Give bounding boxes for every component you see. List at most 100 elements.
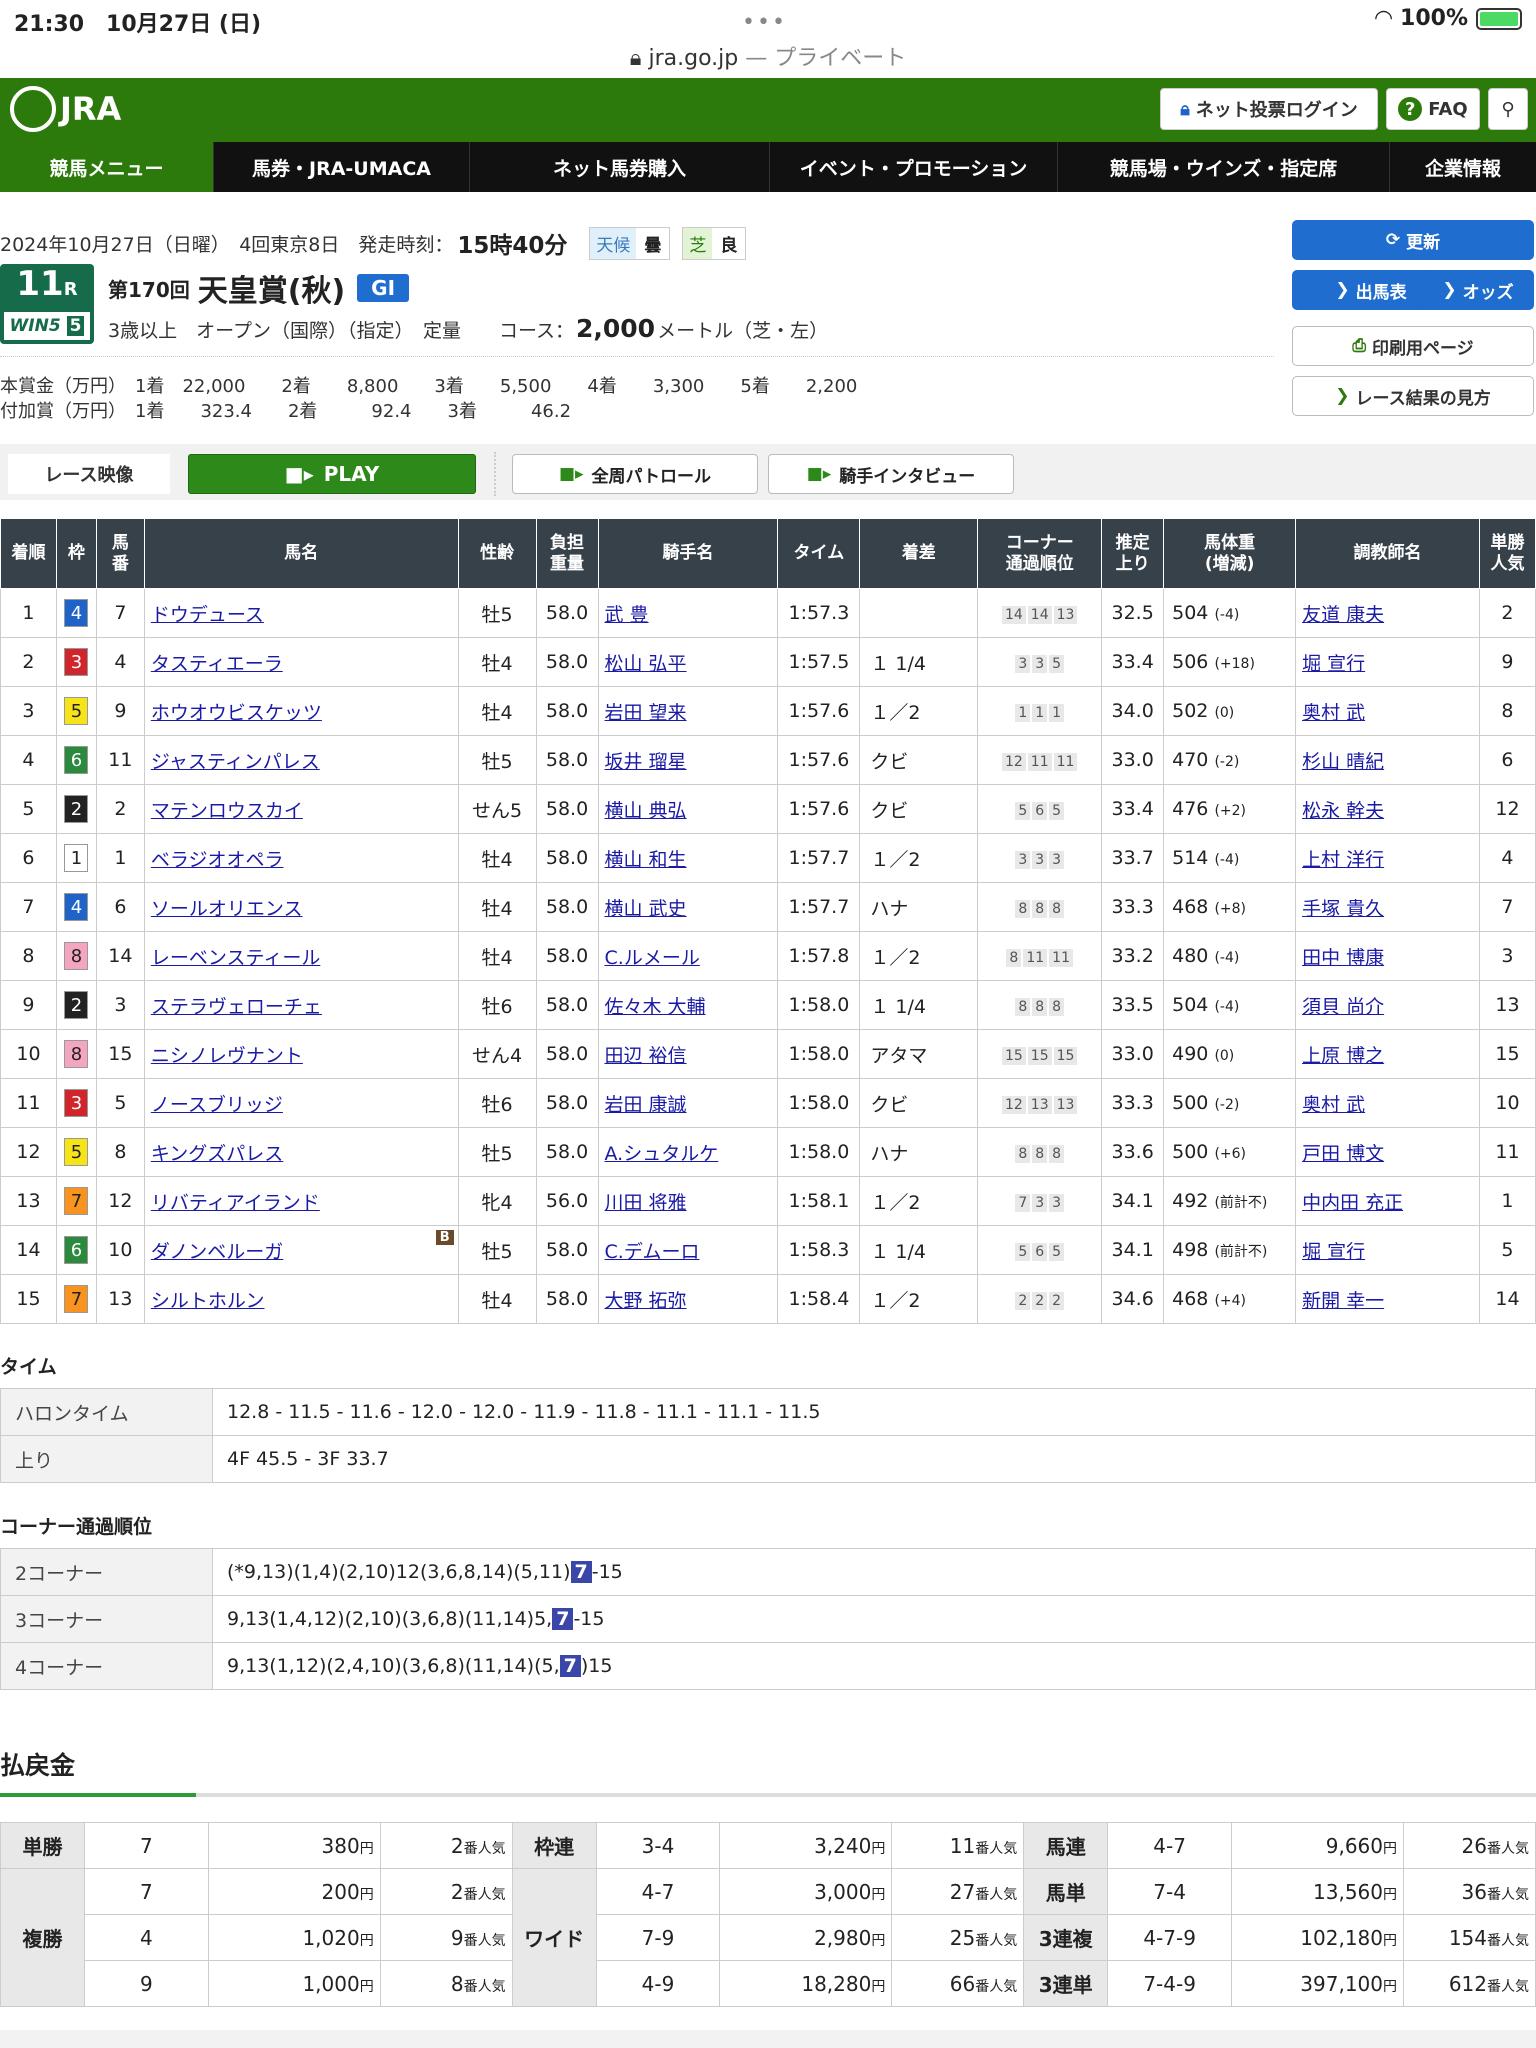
search-button[interactable]: ⚲ xyxy=(1488,88,1528,130)
trainer-name-link[interactable]: 戸田 博文 xyxy=(1302,1143,1384,1165)
horse-cell: ドウデュース xyxy=(143,588,459,638)
result-row: 13 7 12 リバティアイランド 牝4 56.0 川田 将雅 1:58.1 １／2 7 3 3 34.… xyxy=(0,1176,1536,1226)
horse-name-link[interactable]: リバティアイランド xyxy=(151,1192,320,1214)
payout-popularity-cell: 2番人気 xyxy=(379,1822,513,1869)
results-table: 着順枠馬 番馬名 性齢 負担 重量 騎手名 タイム 着差 コーナー 通過順位 推定 上り 馬体重… xyxy=(0,518,1536,1324)
horse-name-link[interactable]: ソールオリエンス xyxy=(151,898,303,920)
nav-item-baken[interactable]: 馬券・JRA-UMACA xyxy=(214,142,470,192)
trainer-cell: 友道 康夫 xyxy=(1295,588,1480,638)
trainer-name-link[interactable]: 友道 康夫 xyxy=(1302,604,1384,626)
corner-position: 8 xyxy=(1049,900,1065,918)
horse-name-link[interactable]: ホウオウビスケッツ xyxy=(151,702,322,724)
trainer-name-link[interactable]: 上村 洋行 xyxy=(1302,849,1384,871)
finish-position: 3 xyxy=(0,686,57,736)
jockey-name-link[interactable]: 佐々木 大輔 xyxy=(605,996,706,1018)
horse-name-link[interactable]: シルトホルン xyxy=(151,1290,265,1312)
payout-amount-cell: 3,240円 xyxy=(719,1822,893,1869)
nav-item-corporate[interactable]: 企業情報 xyxy=(1390,142,1536,192)
trainer-name-link[interactable]: 堀 宣行 xyxy=(1302,653,1365,675)
odds-button[interactable]: ❯ オッズ xyxy=(1422,270,1534,310)
body-weight: 468 (+8) xyxy=(1163,882,1297,932)
horse-number: 12 xyxy=(95,1176,145,1226)
horse-number: 14 xyxy=(95,931,145,981)
corner-position: 14 xyxy=(1001,606,1026,624)
faq-button[interactable]: ? FAQ xyxy=(1386,88,1480,130)
horse-name-link[interactable]: ベラジオオペラ xyxy=(151,849,284,871)
body-weight: 504 (-4) xyxy=(1163,980,1297,1030)
margin: １／2 xyxy=(859,686,979,736)
horse-name-link[interactable]: マテンロウスカイ xyxy=(151,800,303,822)
jockey-name-link[interactable]: A.シュタルケ xyxy=(605,1143,719,1165)
corner-positions: 888 xyxy=(977,980,1103,1030)
horse-name-link[interactable]: ドウデュース xyxy=(151,604,264,626)
jockey-interview-button[interactable]: ■▸ 騎手インタビュー xyxy=(768,454,1014,494)
trainer-name-link[interactable]: 新開 幸一 xyxy=(1302,1290,1384,1312)
nav-item-racecourses[interactable]: 競馬場・ウインズ・指定席 xyxy=(1058,142,1390,192)
patrol-video-button[interactable]: ■▸ 全周パトロール xyxy=(512,454,758,494)
trainer-name-link[interactable]: 須貝 尚介 xyxy=(1302,996,1384,1018)
jockey-name-link[interactable]: 武 豊 xyxy=(605,604,649,626)
win-popularity: 8 xyxy=(1478,686,1536,736)
trainer-name-link[interactable]: 手塚 貴久 xyxy=(1302,898,1384,920)
trainer-name-link[interactable]: 中内田 充正 xyxy=(1302,1192,1403,1214)
jockey-name-link[interactable]: 横山 和生 xyxy=(605,849,687,871)
payout-popularity-cell: 26番人気 xyxy=(1403,1822,1536,1869)
agari-3f: 33.4 xyxy=(1101,637,1165,687)
refresh-button[interactable]: ⟳ 更新 xyxy=(1292,220,1534,260)
print-button[interactable]: ⎙ 印刷用ページ xyxy=(1292,326,1534,366)
trainer-cell: 堀 宣行 xyxy=(1295,637,1480,687)
horse-name-link[interactable]: レーベンスティール xyxy=(151,947,320,969)
finish-time: 1:58.0 xyxy=(777,1078,861,1128)
horse-name-link[interactable]: ダノンベルーガ xyxy=(151,1241,283,1263)
bet-type-wakuren: 枠連 xyxy=(511,1822,597,1869)
horse-name-link[interactable]: キングズパレス xyxy=(151,1143,283,1165)
play-button[interactable]: ■▸ PLAY xyxy=(188,454,476,494)
nav-item-net-purchase[interactable]: ネット馬券購入 xyxy=(470,142,770,192)
waku-badge: 6 xyxy=(64,746,89,774)
horse-name-link[interactable]: タスティエーラ xyxy=(151,653,283,675)
horse-name-link[interactable]: ノースブリッジ xyxy=(151,1094,283,1116)
horse-name-link[interactable]: ステラヴェローチェ xyxy=(151,996,322,1018)
jockey-name-link[interactable]: C.ルメール xyxy=(605,947,700,969)
jra-logo[interactable]: JRA xyxy=(10,86,121,132)
payout-amount-cell: 102,180円 xyxy=(1231,1914,1404,1961)
payout-amount-cell: 1,000円 xyxy=(207,1960,381,2007)
horse-name-link[interactable]: ジャスティンパレス xyxy=(151,751,320,773)
payout-amount-cell: 3,000円 xyxy=(719,1868,893,1915)
nav-item-keiba-menu[interactable]: 競馬メニュー xyxy=(0,142,214,192)
track-badge: 芝 良 xyxy=(682,226,747,260)
result-guide-button[interactable]: ❯ レース結果の見方 xyxy=(1292,376,1534,416)
horse-name-link[interactable]: ニシノレヴナント xyxy=(151,1045,303,1067)
trainer-name-link[interactable]: 松永 幹夫 xyxy=(1302,800,1384,822)
corner-position: 1 xyxy=(1032,704,1048,722)
trainer-name-link[interactable]: 堀 宣行 xyxy=(1302,1241,1365,1263)
jockey-name-link[interactable]: 岩田 康誠 xyxy=(605,1094,687,1116)
jockey-name-link[interactable]: 大野 拓弥 xyxy=(605,1290,687,1312)
more-dots-icon[interactable]: ••• xyxy=(742,10,787,35)
trainer-name-link[interactable]: 田中 博康 xyxy=(1302,947,1384,969)
login-button[interactable]: 🔒︎ ネット投票ログイン xyxy=(1160,88,1378,130)
trainer-name-link[interactable]: 杉山 晴紀 xyxy=(1302,751,1384,773)
jockey-name-link[interactable]: C.デムーロ xyxy=(605,1241,700,1263)
jockey-name-link[interactable]: 川田 将雅 xyxy=(605,1192,687,1214)
payout-amount-cell: 397,100円 xyxy=(1231,1960,1404,2007)
jockey-name-link[interactable]: 横山 武史 xyxy=(605,898,687,920)
jockey-name-link[interactable]: 横山 典弘 xyxy=(605,800,687,822)
main-nav: 競馬メニュー 馬券・JRA-UMACA ネット馬券購入 イベント・プロモーション… xyxy=(0,142,1536,192)
private-label: — プライベート xyxy=(738,46,907,71)
horse-cell: ダノンベルーガ B xyxy=(143,1225,459,1275)
trainer-name-link[interactable]: 奥村 武 xyxy=(1302,702,1365,724)
jockey-name-link[interactable]: 松山 弘平 xyxy=(605,653,687,675)
finish-position: 1 xyxy=(0,588,57,638)
jockey-name-link[interactable]: 坂井 瑠星 xyxy=(605,751,687,773)
payout-amount: 200 xyxy=(321,1879,360,1904)
nav-item-events[interactable]: イベント・プロモーション xyxy=(770,142,1058,192)
trainer-name-link[interactable]: 上原 博之 xyxy=(1302,1045,1384,1067)
corner-positions: 12 11 11 xyxy=(977,735,1103,785)
trainer-name-link[interactable]: 奥村 武 xyxy=(1302,1094,1365,1116)
jockey-name-link[interactable]: 田辺 裕信 xyxy=(605,1045,687,1067)
help-icon: ? xyxy=(1398,97,1423,121)
jockey-name-link[interactable]: 岩田 望来 xyxy=(605,702,687,724)
url-bar[interactable]: 🔒︎ jra.go.jp — プライベート xyxy=(0,40,1536,78)
finish-position: 13 xyxy=(0,1176,57,1226)
